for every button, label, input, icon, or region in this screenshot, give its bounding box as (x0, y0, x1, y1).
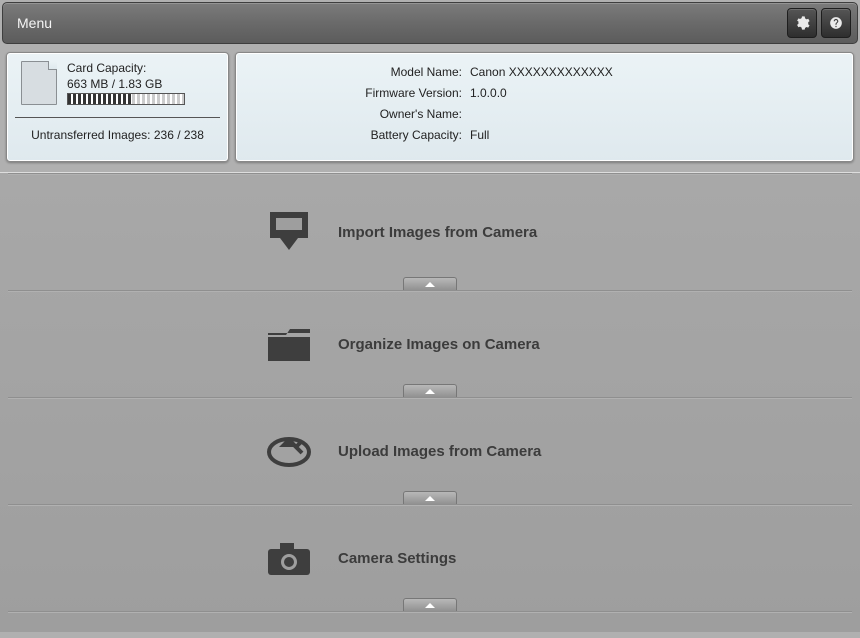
section-label: Camera Settings (338, 550, 598, 567)
firmware-label: Firmware Version: (250, 86, 470, 100)
camera-info-panel: Model Name: Canon XXXXXXXXXXXXX Firmware… (235, 52, 854, 162)
chevron-up-icon (425, 282, 435, 287)
upload-icon (262, 425, 316, 479)
untransferred-row: Untransferred Images: 236 / 238 (17, 128, 218, 146)
card-capacity-label: Card Capacity: (67, 61, 185, 75)
expand-button[interactable] (403, 384, 457, 398)
help-button[interactable] (821, 8, 851, 38)
card-panel: Card Capacity: 663 MB / 1.83 GB Untransf… (6, 52, 229, 162)
settings-button[interactable] (787, 8, 817, 38)
menu-title[interactable]: Menu (17, 15, 783, 31)
chevron-up-icon (425, 603, 435, 608)
battery-value: Full (470, 128, 839, 142)
untransferred-label: Untransferred Images: (31, 128, 150, 142)
separator (8, 611, 852, 613)
import-icon (262, 206, 316, 260)
owner-value (470, 107, 839, 121)
help-icon (829, 16, 843, 30)
section-import[interactable]: Import Images from Camera (0, 175, 860, 290)
section-organize[interactable]: Organize Images on Camera (0, 292, 860, 397)
info-row-model: Model Name: Canon XXXXXXXXXXXXX (250, 65, 839, 79)
section-label: Import Images from Camera (338, 224, 598, 241)
info-row-owner: Owner's Name: (250, 107, 839, 121)
expand-button[interactable] (403, 598, 457, 612)
card-info-row: Card Capacity: 663 MB / 1.83 GB (17, 61, 218, 111)
firmware-value: 1.0.0.0 (470, 86, 839, 100)
chevron-up-icon (425, 389, 435, 394)
untransferred-value: 236 / 238 (154, 128, 204, 142)
section-label: Organize Images on Camera (338, 336, 598, 353)
info-row-battery: Battery Capacity: Full (250, 128, 839, 142)
camera-icon (262, 532, 316, 586)
expand-button[interactable] (403, 277, 457, 291)
owner-label: Owner's Name: (250, 107, 470, 121)
info-panels: Card Capacity: 663 MB / 1.83 GB Untransf… (6, 52, 854, 162)
sd-card-icon (21, 61, 57, 105)
model-name-value: Canon XXXXXXXXXXXXX (470, 65, 839, 79)
card-text: Card Capacity: 663 MB / 1.83 GB (67, 61, 185, 105)
chevron-up-icon (425, 496, 435, 501)
expand-button[interactable] (403, 491, 457, 505)
model-name-label: Model Name: (250, 65, 470, 79)
section-settings[interactable]: Camera Settings (0, 506, 860, 611)
main-area: Import Images from Camera Organize Image… (0, 172, 860, 632)
menubar: Menu (2, 2, 858, 44)
capacity-progress (67, 93, 185, 105)
section-upload[interactable]: Upload Images from Camera (0, 399, 860, 504)
info-row-firmware: Firmware Version: 1.0.0.0 (250, 86, 839, 100)
section-label: Upload Images from Camera (338, 443, 598, 460)
gear-icon (794, 15, 810, 31)
card-capacity-value: 663 MB / 1.83 GB (67, 77, 185, 91)
battery-label: Battery Capacity: (250, 128, 470, 142)
folder-icon (262, 318, 316, 372)
